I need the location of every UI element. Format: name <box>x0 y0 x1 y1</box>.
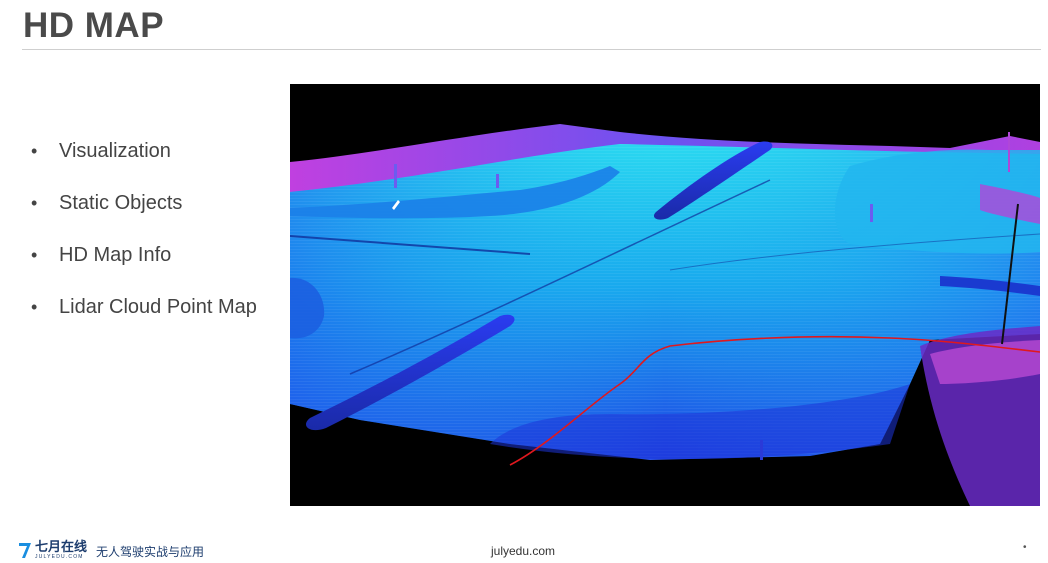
bullet-text: Visualization <box>59 140 171 162</box>
slide-title: HD MAP <box>23 6 165 45</box>
pole <box>1008 132 1010 172</box>
logo-7-icon <box>19 543 31 558</box>
bullet-text: HD Map Info <box>59 244 172 266</box>
bullet-text: Lidar Cloud Point Map <box>59 296 257 318</box>
bullet-dot: • <box>31 245 38 265</box>
bullet-dot: • <box>31 193 38 213</box>
title-divider <box>22 49 1041 50</box>
course-name: 无人驾驶实战与应用 <box>96 545 205 559</box>
footer: 七月在线 JULYEDU.COM 无人驾驶实战与应用 julyedu.com • <box>0 536 1048 563</box>
page-marker: • <box>1023 542 1027 553</box>
bullet-dot: • <box>31 297 38 317</box>
logo-url: JULYEDU.COM <box>35 554 84 560</box>
lidar-render <box>290 84 1040 506</box>
footer-site: julyedu.com <box>491 544 556 558</box>
pole <box>870 204 873 222</box>
pole <box>394 164 397 188</box>
logo-name: 七月在线 <box>35 539 88 554</box>
bullet-text: Static Objects <box>59 192 183 214</box>
lidar-point-cloud-image <box>290 84 1040 506</box>
pole <box>496 174 499 188</box>
bullet-dot: • <box>31 141 38 161</box>
brand-logo: 七月在线 JULYEDU.COM <box>18 539 108 561</box>
pole <box>760 440 763 460</box>
